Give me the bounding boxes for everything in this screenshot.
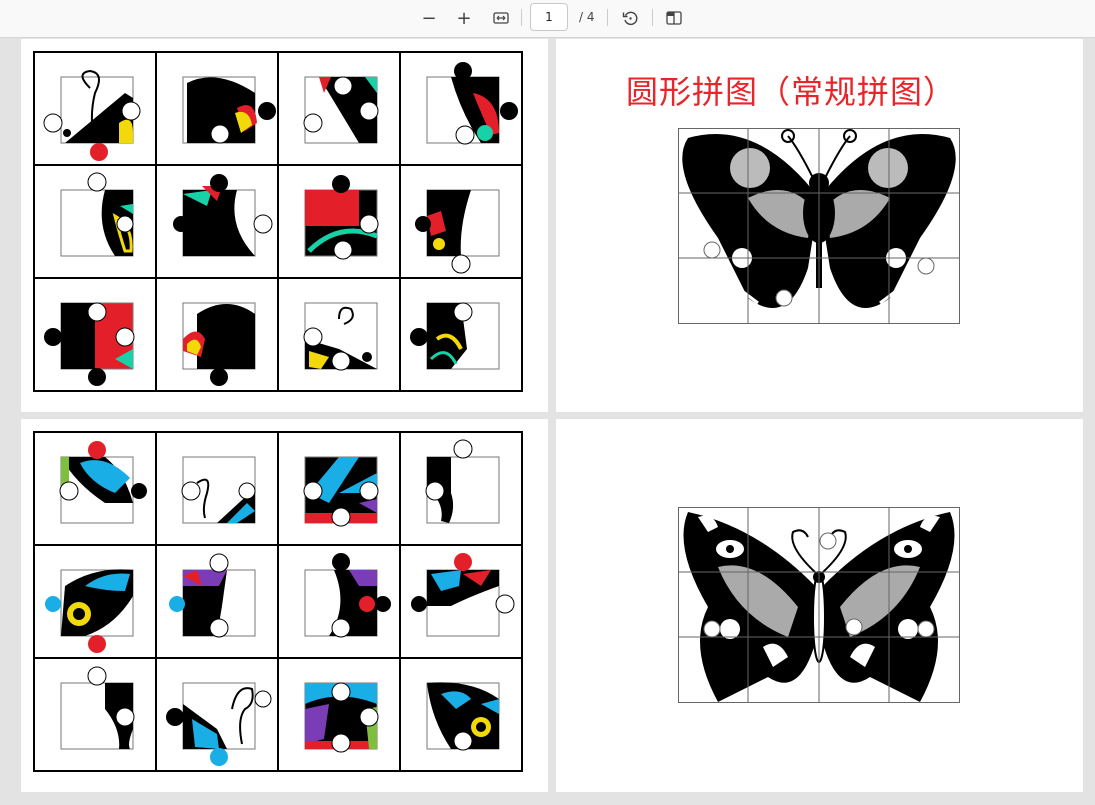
butterfly-puzzle-image: [678, 128, 960, 324]
puzzle-piece-cell[interactable]: [277, 51, 401, 166]
puzzle-piece-cell[interactable]: [399, 277, 523, 392]
puzzle-piece-image: [303, 302, 378, 371]
page-number-input[interactable]: [530, 3, 568, 31]
puzzle-piece-cell[interactable]: [155, 164, 279, 279]
puzzle-piece-image: [181, 456, 256, 524]
zoom-out-icon: −: [421, 7, 437, 29]
page-right-top: 圆形拼图（常规拼图）: [556, 39, 1083, 412]
puzzle-piece-cell[interactable]: [155, 544, 279, 659]
butterfly-puzzle-image: [678, 507, 960, 703]
puzzle-piece-image: [304, 682, 379, 753]
puzzle-piece-image: [415, 189, 500, 274]
toolbar-divider: [652, 9, 653, 26]
puzzle-piece-image: [410, 302, 500, 370]
puzzle-piece-image: [43, 69, 141, 161]
rotate-icon: [622, 11, 638, 26]
page-total-label: / 4: [579, 10, 595, 24]
puzzle-piece-cell[interactable]: [399, 544, 523, 659]
puzzle-piece-cell[interactable]: [155, 51, 279, 166]
puzzle-piece-image: [303, 76, 379, 144]
puzzle-piece-image: [182, 302, 256, 386]
puzzle-piece-image: [411, 553, 515, 637]
puzzle-piece-image: [426, 62, 518, 145]
page-left-top: [21, 39, 548, 412]
zoom-in-button[interactable]: +: [450, 5, 478, 31]
puzzle-piece-image: [44, 302, 135, 386]
puzzle-piece-image: [169, 553, 256, 638]
pdf-toolbar: − + / 4: [0, 0, 1095, 38]
puzzle-piece-image: [173, 174, 273, 257]
puzzle-piece-cell[interactable]: [277, 164, 401, 279]
puzzle-piece-image: [166, 682, 272, 766]
puzzle-piece-image: [304, 175, 379, 260]
puzzle-piece-cell[interactable]: [399, 51, 523, 166]
puzzle-piece-cell[interactable]: [155, 431, 279, 546]
puzzle-piece-image: [60, 172, 134, 257]
puzzle-piece-image: [303, 456, 379, 527]
puzzle-piece-image: [425, 439, 500, 524]
zoom-in-icon: +: [456, 7, 472, 29]
puzzle-piece-cell[interactable]: [33, 164, 157, 279]
puzzle-piece-cell[interactable]: [33, 657, 157, 772]
fit-width-icon: [493, 12, 509, 24]
puzzle-piece-cell[interactable]: [277, 431, 401, 546]
page-title: 圆形拼图（常规拼图）: [626, 73, 957, 111]
puzzle-piece-image: [182, 76, 276, 144]
puzzle-piece-image: [59, 441, 147, 524]
puzzle-piece-cell[interactable]: [399, 164, 523, 279]
puzzle-piece-cell[interactable]: [33, 544, 157, 659]
puzzle-piece-cell[interactable]: [277, 544, 401, 659]
puzzle-piece-cell[interactable]: [155, 277, 279, 392]
puzzle-pieces-grid-1: [33, 51, 523, 392]
puzzle-pieces-grid-2: [33, 431, 523, 772]
puzzle-piece-cell[interactable]: [33, 51, 157, 166]
puzzle-piece-image: [45, 569, 134, 653]
toolbar-divider: [607, 9, 608, 26]
two-page-view-button[interactable]: [660, 5, 688, 31]
puzzle-piece-image: [304, 553, 391, 638]
rotate-button[interactable]: [616, 5, 644, 31]
fit-width-button[interactable]: [487, 5, 515, 31]
puzzle-piece-cell[interactable]: [33, 277, 157, 392]
puzzle-piece-cell[interactable]: [277, 657, 401, 772]
puzzle-piece-cell[interactable]: [277, 277, 401, 392]
zoom-out-button[interactable]: −: [415, 5, 443, 31]
puzzle-piece-image: [60, 666, 135, 750]
page-right-bottom: [556, 419, 1083, 792]
puzzle-piece-cell[interactable]: [399, 431, 523, 546]
puzzle-piece-image: [426, 682, 500, 751]
two-page-view-icon: [666, 11, 682, 25]
toolbar-divider: [521, 9, 522, 26]
page-left-bottom: [21, 419, 548, 792]
puzzle-piece-cell[interactable]: [33, 431, 157, 546]
puzzle-piece-cell[interactable]: [155, 657, 279, 772]
puzzle-piece-cell[interactable]: [399, 657, 523, 772]
